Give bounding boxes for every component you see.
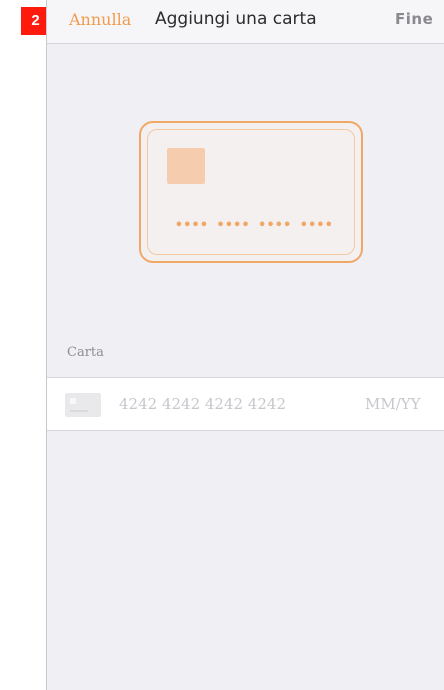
card-input-row [47, 377, 444, 431]
credit-card-icon [65, 393, 101, 417]
section-label-card: Carta [67, 345, 104, 360]
page: 2 Annulla Aggiungi una carta Fine •••• •… [0, 0, 444, 690]
cancel-button[interactable]: Annulla [69, 10, 131, 29]
page-title: Aggiungi una carta [155, 9, 317, 29]
card-number-input[interactable] [119, 392, 319, 416]
card-chip-icon [167, 148, 205, 184]
card-illustration: •••• •••• •••• •••• [139, 121, 363, 263]
card-inner-border: •••• •••• •••• •••• [147, 129, 355, 255]
phone-screen: Annulla Aggiungi una carta Fine •••• •••… [46, 0, 444, 690]
mini-line [70, 410, 88, 412]
mini-chip [70, 398, 76, 404]
card-number-preview: •••• •••• •••• •••• [175, 218, 334, 233]
navigation-bar: Annulla Aggiungi una carta Fine [47, 0, 444, 44]
expiry-input[interactable] [365, 392, 444, 416]
done-button[interactable]: Fine [395, 10, 433, 28]
